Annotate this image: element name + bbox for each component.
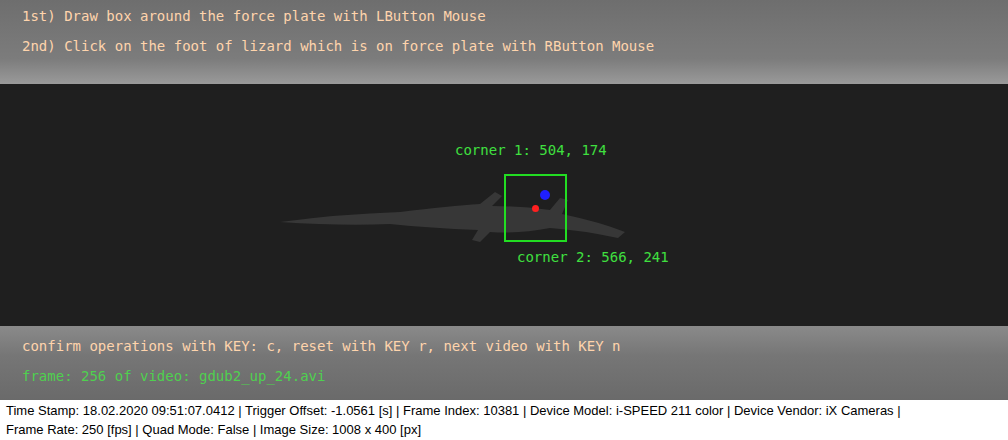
- foot-marker[interactable]: [540, 190, 550, 200]
- lizard-icon: [280, 184, 640, 244]
- corner-label: corner 1: 504, 174: [455, 142, 607, 158]
- key-hint: confirm operations with KEY: c, reset wi…: [22, 338, 620, 354]
- video-frame[interactable]: 1st) Draw box around the force plate wit…: [0, 0, 1008, 400]
- status-line: Frame Rate: 250 [fps] | Quad Mode: False…: [6, 420, 1002, 439]
- foot-marker[interactable]: [532, 205, 539, 212]
- status-bar: Time Stamp: 18.02.2020 09:51:07.0412 | T…: [0, 400, 1008, 440]
- instruction-text: 1st) Draw box around the force plate wit…: [22, 8, 486, 24]
- frame-bottom-band: [0, 326, 1008, 400]
- instruction-text: 2nd) Click on the foot of lizard which i…: [22, 38, 654, 54]
- status-line: Time Stamp: 18.02.2020 09:51:07.0412 | T…: [6, 401, 1002, 420]
- frame-info: frame: 256 of video: gdub2_up_24.avi: [22, 368, 325, 384]
- corner-label: corner 2: 566, 241: [517, 249, 669, 265]
